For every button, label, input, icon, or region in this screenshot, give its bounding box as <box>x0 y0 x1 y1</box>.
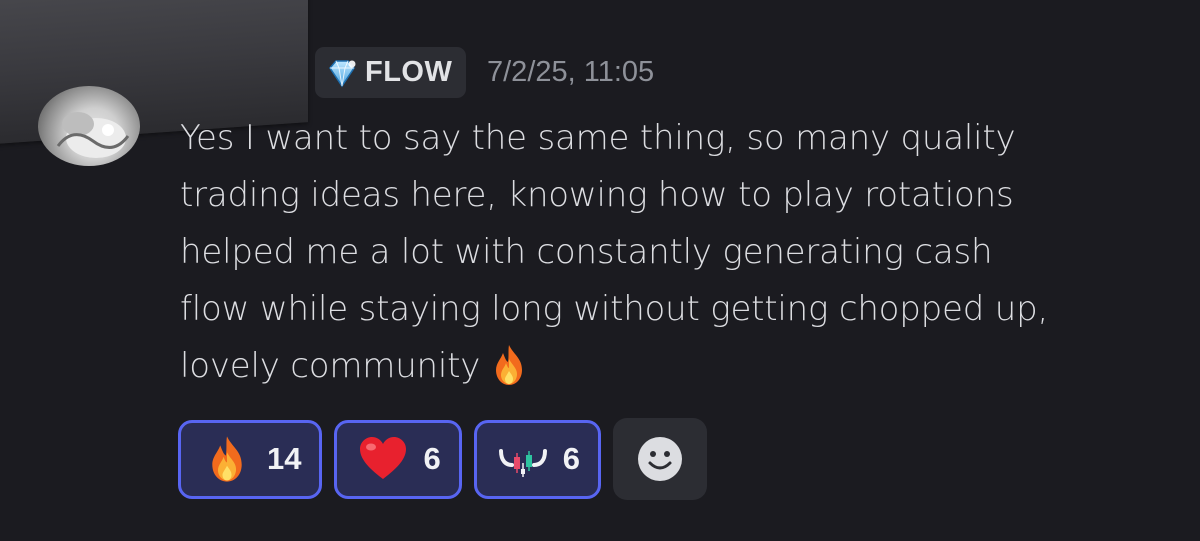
message-line-last: lovely community <box>180 338 1185 395</box>
reactions-bar: 14 6 6 <box>178 418 707 500</box>
message-line-text: lovely community <box>180 346 481 386</box>
red-heart-emoji-icon <box>357 433 409 485</box>
avatar-image <box>56 112 130 158</box>
reaction-fire[interactable]: 14 <box>178 419 323 499</box>
message-content: Yes I want to say the same thing, so man… <box>180 110 1185 395</box>
message-timestamp[interactable]: 7/2/25, 11:05 <box>487 56 654 89</box>
user-avatar[interactable] <box>38 86 140 166</box>
fire-emoji-icon <box>201 433 253 485</box>
message-line: Yes I want to say the same thing, so man… <box>180 118 1016 158</box>
reaction-heart[interactable]: 6 <box>334 419 462 499</box>
reaction-count: 6 <box>423 441 441 476</box>
smiley-face-icon <box>637 437 682 481</box>
message-line: helped me a lot with constantly generati… <box>180 232 993 272</box>
role-tag[interactable]: FLOW <box>315 47 467 98</box>
reaction-bull-candles[interactable]: 6 <box>473 419 601 499</box>
reaction-count: 14 <box>267 441 302 476</box>
message-line: trading ideas here, knowing how to play … <box>180 175 1014 215</box>
bull-candles-emoji-icon <box>497 433 549 485</box>
fire-emoji-icon <box>486 342 532 388</box>
role-tag-label: FLOW <box>365 56 453 88</box>
message-line: flow while staying long without getting … <box>180 289 1049 329</box>
add-reaction-button[interactable] <box>612 418 707 500</box>
reaction-count: 6 <box>562 441 580 476</box>
diamond-badge-icon <box>325 56 359 90</box>
